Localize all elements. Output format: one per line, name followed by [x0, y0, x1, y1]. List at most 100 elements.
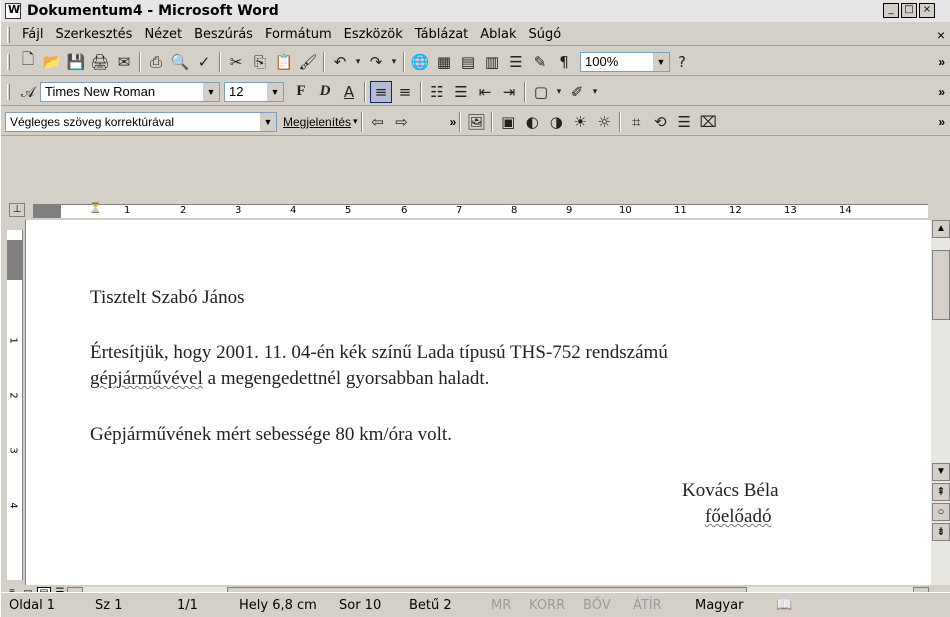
drawing-icon[interactable]: ✎	[529, 51, 551, 73]
font-size-select[interactable]: 12 ▼	[224, 81, 284, 102]
crop-icon[interactable]: ⌗	[625, 111, 647, 133]
vertical-scrollbar[interactable]: ▲ ▼ ⇞ ○ ⇟	[931, 220, 950, 585]
tab-selector-button[interactable]: ⊥	[9, 203, 25, 217]
bullets-icon[interactable]: ☰	[450, 81, 472, 103]
toolbar-options-icon[interactable]: »	[938, 55, 945, 69]
redo-icon[interactable]: ↷	[365, 51, 387, 73]
save-icon[interactable]: 💾	[65, 51, 87, 73]
menu-tools[interactable]: Eszközök	[338, 27, 409, 42]
toolbar-options-icon[interactable]: »	[938, 85, 945, 99]
open-folder-icon[interactable]: 📂	[41, 51, 63, 73]
chevron-down-icon[interactable]: ▼	[267, 82, 283, 101]
print-icon[interactable]: ⎙	[145, 51, 167, 73]
more-contrast-icon[interactable]: ◐	[521, 111, 543, 133]
ruler-label: 5	[345, 205, 352, 216]
redo-dropdown-icon[interactable]: ▾	[389, 51, 399, 73]
help-icon[interactable]: ?	[671, 51, 693, 73]
hyperlink-icon[interactable]: 🌐	[409, 51, 431, 73]
menubar-grip[interactable]	[7, 26, 10, 43]
display-for-review-select[interactable]: Végleges szöveg korrektúrával ▼	[5, 111, 277, 132]
ruler-label: 3	[7, 447, 19, 454]
bold-button[interactable]: F	[290, 81, 312, 103]
increase-indent-icon[interactable]: ⇥	[498, 81, 520, 103]
spelling-status-icon[interactable]: 📖	[776, 598, 792, 613]
close-button[interactable]: ×	[919, 3, 935, 18]
tables-borders-icon[interactable]: ▦	[433, 51, 455, 73]
show-hide-icon[interactable]: ¶	[553, 51, 575, 73]
chevron-down-icon[interactable]: ▼	[203, 82, 219, 101]
zoom-select[interactable]: 100% ▼	[580, 51, 670, 72]
new-document-icon[interactable]: 🗋	[17, 50, 39, 73]
line-style-icon[interactable]: ☰	[673, 111, 695, 133]
status-language[interactable]: Magyar	[695, 598, 743, 613]
rotate-icon[interactable]: ⟲	[649, 111, 671, 133]
cut-icon[interactable]: ✂	[225, 51, 247, 73]
italic-button[interactable]: D	[314, 81, 336, 103]
align-center-icon[interactable]: ≡	[394, 81, 416, 103]
menu-table[interactable]: Táblázat	[409, 27, 474, 42]
insert-excel-icon[interactable]: ▥	[481, 51, 503, 73]
status-overtype[interactable]: ÁTÍR	[633, 598, 662, 613]
print-preview-icon[interactable]: 🔍	[169, 51, 191, 73]
menu-view[interactable]: Nézet	[138, 27, 188, 42]
toolbar-grip[interactable]	[7, 83, 10, 100]
show-menu-button[interactable]: Megjelenítés	[283, 115, 351, 129]
numbering-icon[interactable]: ☷	[426, 81, 448, 103]
menu-window[interactable]: Ablak	[474, 27, 522, 42]
browse-object-icon[interactable]: ○	[932, 503, 950, 521]
status-extend[interactable]: BŐV	[583, 598, 611, 613]
font-select[interactable]: Times New Roman ▼	[40, 81, 220, 102]
spelling-icon[interactable]: ✓	[193, 51, 215, 73]
toolbar-grip[interactable]	[7, 53, 10, 70]
word-app-icon[interactable]	[5, 3, 21, 19]
status-track-changes[interactable]: KORR	[529, 598, 565, 613]
styles-icon[interactable]: 𝒜	[17, 81, 39, 103]
previous-page-icon[interactable]: ⇞	[932, 483, 950, 501]
align-left-icon[interactable]: ≡	[370, 80, 392, 103]
paste-icon[interactable]: 📋	[273, 51, 295, 73]
previous-change-icon[interactable]: ⇦	[367, 111, 389, 133]
misspelled-word[interactable]: gépjárművével	[90, 368, 203, 389]
status-macro-record[interactable]: MR	[491, 598, 511, 613]
insert-table-icon[interactable]: ▤	[457, 51, 479, 73]
maximize-button[interactable]: □	[901, 3, 917, 18]
document-close-icon[interactable]: ×	[937, 27, 945, 43]
undo-icon[interactable]: ↶	[329, 51, 351, 73]
borders-dropdown-icon[interactable]: ▾	[554, 81, 564, 103]
picture-icon[interactable]: 🖼	[465, 111, 487, 133]
email-icon[interactable]: ✉	[113, 51, 135, 73]
less-contrast-icon[interactable]: ◑	[545, 111, 567, 133]
minimize-button[interactable]: _	[883, 3, 899, 18]
menu-format[interactable]: Formátum	[259, 27, 338, 42]
toolbar-options-icon[interactable]: »	[938, 115, 945, 129]
columns-icon[interactable]: ☰	[505, 51, 527, 73]
decrease-indent-icon[interactable]: ⇤	[474, 81, 496, 103]
chevron-down-icon[interactable]: ▼	[653, 52, 669, 71]
underline-button[interactable]: A	[338, 81, 360, 103]
next-change-icon[interactable]: ⇨	[391, 111, 413, 133]
compress-picture-icon[interactable]: ⌧	[697, 111, 719, 133]
menu-help[interactable]: Súgó	[523, 27, 568, 42]
document-area[interactable]: Tisztelt Szabó János Értesítjük, hogy 20…	[25, 220, 931, 585]
format-painter-icon[interactable]: 🖌	[297, 51, 319, 73]
toolbar-options-icon[interactable]: »	[450, 115, 457, 129]
undo-dropdown-icon[interactable]: ▾	[353, 51, 363, 73]
scroll-down-icon[interactable]: ▼	[932, 463, 950, 481]
scroll-up-icon[interactable]: ▲	[932, 220, 950, 238]
menu-file[interactable]: Fájl	[16, 27, 49, 42]
next-page-icon[interactable]: ⇟	[932, 523, 950, 541]
permission-icon[interactable]: 🖨	[89, 51, 111, 73]
vertical-scroll-thumb[interactable]	[932, 250, 950, 320]
horizontal-ruler[interactable]: ⏳ 1 2 3 4 5 6 7 8 9 10 11 12 13 14	[33, 203, 928, 218]
chevron-down-icon[interactable]: ▼	[260, 112, 276, 131]
less-brightness-icon[interactable]: ☼	[593, 111, 615, 133]
menu-edit[interactable]: Szerkesztés	[49, 27, 138, 42]
copy-icon[interactable]: ⎘	[249, 51, 271, 73]
vertical-ruler[interactable]: 1 2 3 4	[7, 230, 23, 580]
more-brightness-icon[interactable]: ☀	[569, 111, 591, 133]
highlight-dropdown-icon[interactable]: ▾	[590, 81, 600, 103]
highlight-icon[interactable]: ✐	[566, 81, 588, 103]
insert-picture-icon[interactable]: ▣	[497, 111, 519, 133]
menu-insert[interactable]: Beszúrás	[188, 27, 259, 42]
borders-icon[interactable]: ▢	[530, 81, 552, 103]
